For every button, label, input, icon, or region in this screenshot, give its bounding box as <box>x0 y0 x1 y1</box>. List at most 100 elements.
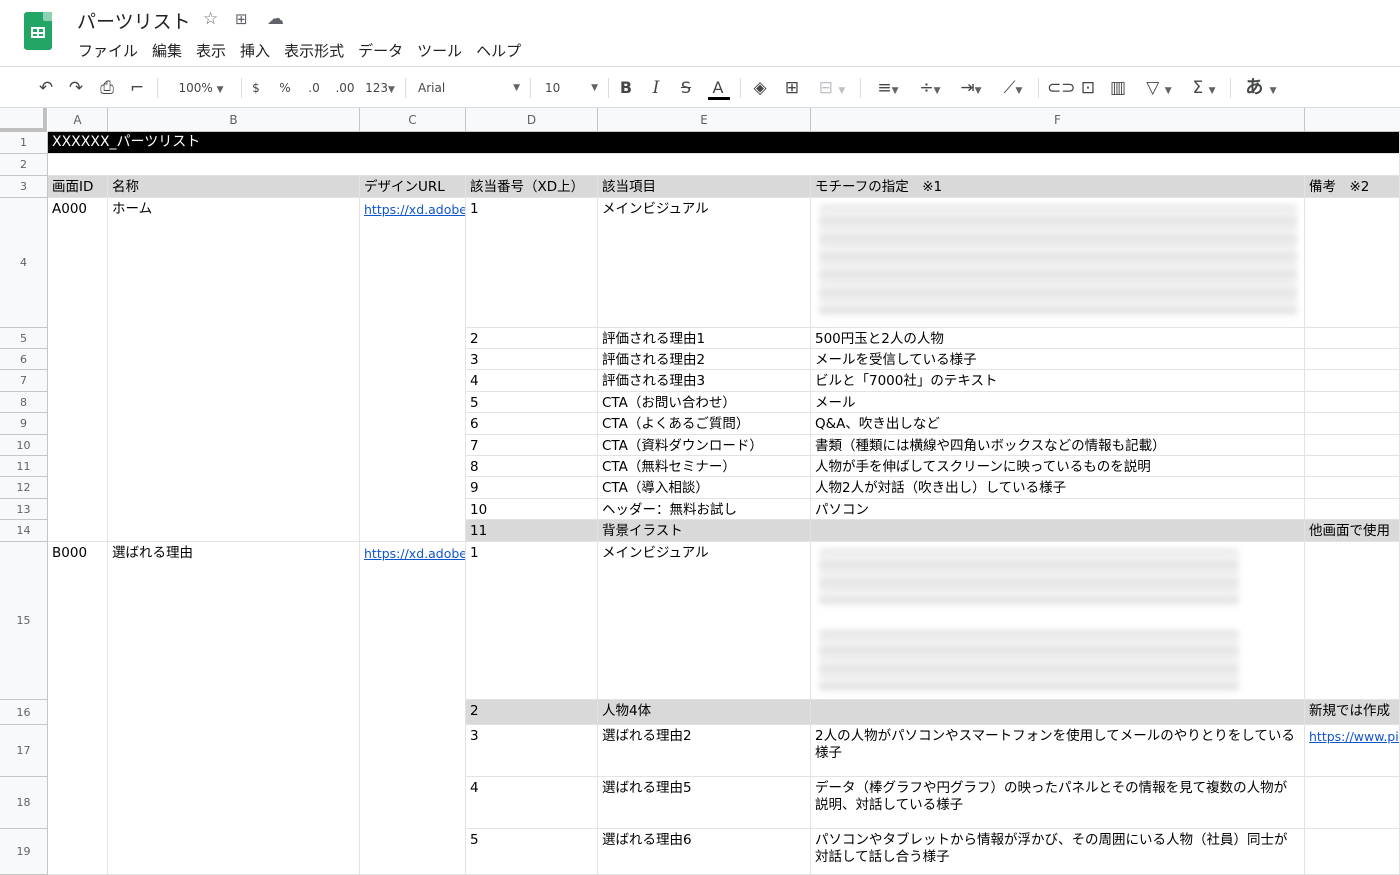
item-number-cell[interactable]: 5 <box>466 392 598 413</box>
currency-format-button[interactable]: $ <box>247 76 265 100</box>
note-cell[interactable]: 他画面で使用 <box>1305 520 1400 542</box>
text-wrap-icon[interactable]: ⇥▼ <box>953 76 989 100</box>
item-number-cell[interactable]: 11 <box>466 520 598 542</box>
italic-button[interactable]: I <box>647 76 665 100</box>
row-header-8[interactable]: 8 <box>0 392 48 413</box>
input-tools-button[interactable]: あ ▼ <box>1240 76 1282 100</box>
menu-file[interactable]: ファイル <box>77 40 139 61</box>
note-cell[interactable] <box>1305 456 1400 477</box>
screen-id-cell[interactable]: B000 <box>48 542 108 875</box>
row-header-4[interactable]: 4 <box>0 198 48 328</box>
font-family-select[interactable]: Arial ▼ <box>418 76 524 100</box>
motif-cell-redacted[interactable] <box>811 198 1305 328</box>
redo-icon[interactable]: ↷ <box>66 76 86 100</box>
bold-button[interactable]: B <box>617 76 635 100</box>
design-url-link[interactable]: https://xd.adobe.c <box>360 198 466 542</box>
row-header-3[interactable]: 3 <box>0 176 48 198</box>
item-cell[interactable]: 選ばれる理由6 <box>598 829 811 875</box>
select-all-corner[interactable] <box>0 108 47 132</box>
text-rotate-icon[interactable]: ⟋▼ <box>995 76 1031 100</box>
insert-chart-icon[interactable]: ▥ <box>1108 76 1128 100</box>
column-header-g[interactable] <box>1305 108 1400 132</box>
row-header-17[interactable]: 17 <box>0 725 48 777</box>
item-cell[interactable]: 評価される理由2 <box>598 349 811 370</box>
menu-data[interactable]: データ <box>357 40 404 61</box>
horizontal-align-icon[interactable]: ≡▼ <box>870 76 906 100</box>
row-header-10[interactable]: 10 <box>0 435 48 456</box>
screen-name-cell[interactable]: ホーム <box>108 198 360 542</box>
merge-cells-icon[interactable]: ⊟ ▼ <box>812 76 852 100</box>
insert-link-icon[interactable]: ⊂⊃ <box>1047 76 1076 100</box>
header-note[interactable]: 備考 ※2 <box>1305 176 1400 198</box>
column-header-d[interactable]: D <box>466 108 598 132</box>
motif-cell[interactable]: Q&A、吹き出しなど <box>811 413 1305 435</box>
item-number-cell[interactable]: 2 <box>466 700 598 725</box>
item-number-cell[interactable]: 3 <box>466 725 598 777</box>
font-size-select[interactable]: 10 ▼ <box>540 76 602 100</box>
item-number-cell[interactable]: 10 <box>466 499 598 520</box>
item-number-cell[interactable]: 7 <box>466 435 598 456</box>
item-cell[interactable]: 評価される理由1 <box>598 328 811 349</box>
cloud-status-icon[interactable]: ☁ <box>267 9 284 29</box>
note-cell[interactable] <box>1305 542 1400 700</box>
item-number-cell[interactable]: 3 <box>466 349 598 370</box>
note-cell[interactable]: 新規では作成 <box>1305 700 1400 725</box>
motif-cell[interactable] <box>811 520 1305 542</box>
functions-icon[interactable]: Σ ▼ <box>1186 76 1222 100</box>
menu-view[interactable]: 表示 <box>195 40 227 61</box>
column-header-a[interactable]: A <box>48 108 108 132</box>
item-number-cell[interactable]: 2 <box>466 328 598 349</box>
item-cell[interactable]: 評価される理由3 <box>598 370 811 392</box>
item-cell[interactable]: ヘッダー：無料お試し <box>598 499 811 520</box>
header-design-url[interactable]: デザインURL <box>360 176 466 198</box>
motif-cell[interactable]: 2人の人物がパソコンやスマートフォンを使用してメールのやりとりをしている様子 <box>811 725 1305 777</box>
menu-format[interactable]: 表示形式 <box>283 40 345 61</box>
header-item-number[interactable]: 該当番号（XD上） <box>466 176 598 198</box>
empty-row-cell[interactable] <box>48 154 1400 176</box>
header-screen-id[interactable]: 画面ID <box>48 176 108 198</box>
row-header-18[interactable]: 18 <box>0 777 48 829</box>
motif-cell[interactable]: ビルと「7000社」のテキスト <box>811 370 1305 392</box>
item-cell[interactable]: 選ばれる理由5 <box>598 777 811 829</box>
print-icon[interactable]: ⎙ <box>96 76 118 100</box>
header-name[interactable]: 名称 <box>108 176 360 198</box>
motif-cell[interactable]: 人物が手を伸ばしてスクリーンに映っているものを説明 <box>811 456 1305 477</box>
row-header-19[interactable]: 19 <box>0 829 48 875</box>
item-cell[interactable]: 人物4体 <box>598 700 811 725</box>
item-cell[interactable]: CTA（お問い合わせ） <box>598 392 811 413</box>
vertical-align-icon[interactable]: ÷▼ <box>912 76 948 100</box>
row-header-11[interactable]: 11 <box>0 456 48 477</box>
row-header-2[interactable]: 2 <box>0 154 48 176</box>
note-cell[interactable] <box>1305 328 1400 349</box>
item-cell[interactable]: CTA（導入相談） <box>598 477 811 499</box>
row-header-16[interactable]: 16 <box>0 700 48 725</box>
note-cell[interactable] <box>1305 198 1400 328</box>
sheet-title-cell[interactable]: XXXXXX_パーツリスト <box>48 132 1400 154</box>
move-folder-icon[interactable]: ⊞ <box>235 10 248 28</box>
note-cell[interactable] <box>1305 349 1400 370</box>
note-cell[interactable] <box>1305 392 1400 413</box>
design-url-link[interactable]: https://xd.adobe.c <box>360 542 466 875</box>
screen-id-cell[interactable]: A000 <box>48 198 108 542</box>
column-header-f[interactable]: F <box>811 108 1305 132</box>
item-cell[interactable]: メインビジュアル <box>598 542 811 700</box>
motif-cell-redacted[interactable] <box>811 542 1305 700</box>
row-header-14[interactable]: 14 <box>0 520 48 542</box>
item-number-cell[interactable]: 4 <box>466 777 598 829</box>
fill-color-icon[interactable]: ◈ <box>750 76 770 100</box>
motif-cell[interactable]: パソコンやタブレットから情報が浮かび、その周囲にいる人物（社員）同士が対話して話… <box>811 829 1305 875</box>
item-number-cell[interactable]: 6 <box>466 413 598 435</box>
motif-cell[interactable] <box>811 700 1305 725</box>
insert-comment-icon[interactable]: ⊡ <box>1078 76 1098 100</box>
menu-insert[interactable]: 挿入 <box>239 40 271 61</box>
note-cell[interactable] <box>1305 370 1400 392</box>
motif-cell[interactable]: 500円玉と2人の人物 <box>811 328 1305 349</box>
item-number-cell[interactable]: 5 <box>466 829 598 875</box>
row-header-12[interactable]: 12 <box>0 477 48 499</box>
item-number-cell[interactable]: 4 <box>466 370 598 392</box>
row-header-15[interactable]: 15 <box>0 542 48 700</box>
note-cell[interactable] <box>1305 829 1400 875</box>
header-motif[interactable]: モチーフの指定 ※1 <box>811 176 1305 198</box>
item-cell[interactable]: CTA（資料ダウンロード） <box>598 435 811 456</box>
item-number-cell[interactable]: 8 <box>466 456 598 477</box>
